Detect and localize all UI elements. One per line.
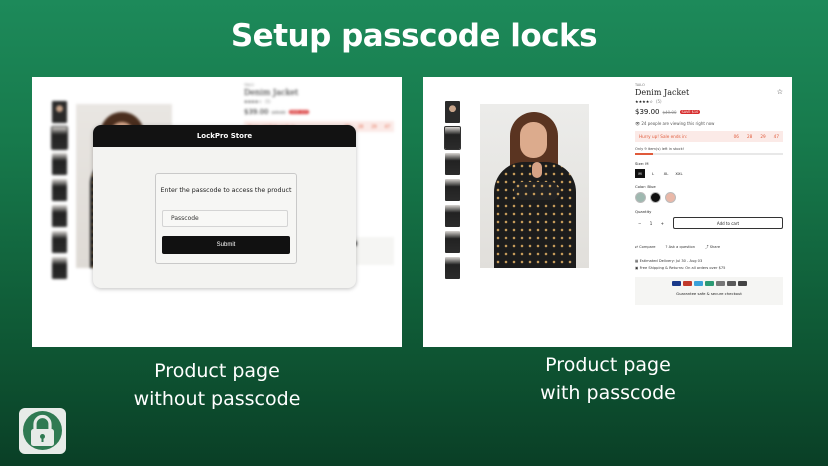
thumbnail[interactable] bbox=[445, 205, 460, 227]
caption-right: Product page with passcode bbox=[540, 354, 676, 404]
screenshot-without-passcode: TAILO Denim Jacket ★★★★☆ (5) $39.00 $49.0… bbox=[32, 77, 402, 347]
thumbnail[interactable] bbox=[445, 153, 460, 175]
product-info: TAILO Denim Jacket ☆ ★★★★☆ (5) $39.00 $49… bbox=[635, 83, 783, 305]
thumbnail[interactable] bbox=[52, 205, 67, 227]
save-badge: SAVE $10 bbox=[679, 110, 701, 114]
thumbnail[interactable] bbox=[52, 153, 67, 175]
submit-button[interactable]: Submit bbox=[162, 236, 290, 254]
size-option[interactable]: XXL bbox=[674, 169, 684, 178]
guarantee-box: Guarantee safe & secure checkout bbox=[635, 277, 783, 305]
product-brand: TAILO bbox=[244, 83, 254, 87]
countdown-banner: Hurry up! Sale ends in: 06 28 29 47 bbox=[635, 131, 783, 142]
stock-bar bbox=[635, 153, 783, 155]
color-swatch[interactable] bbox=[665, 192, 676, 203]
thumbnail[interactable] bbox=[445, 257, 460, 279]
thumbnail-strip bbox=[444, 101, 461, 283]
product-actions: ⇄ Compare ? Ask a question ⤴ Share bbox=[635, 245, 783, 250]
store-name: LockPro Store bbox=[93, 125, 356, 147]
passcode-message: Enter the passcode to access the product bbox=[160, 187, 292, 194]
size-options: M L XL XXL bbox=[635, 169, 783, 178]
plus-button[interactable]: + bbox=[661, 221, 664, 226]
payment-card-icon bbox=[726, 281, 736, 286]
quantity-row: − 1 + Add to cart bbox=[635, 217, 783, 229]
compare-link[interactable]: ⇄ Compare bbox=[635, 245, 655, 250]
color-label: Color: Blue bbox=[635, 184, 656, 189]
thumbnail[interactable] bbox=[52, 179, 67, 201]
color-swatches bbox=[635, 192, 783, 203]
payment-card-icon bbox=[682, 281, 692, 286]
quantity-label: Quantity bbox=[635, 209, 652, 214]
thumbnail[interactable] bbox=[51, 126, 68, 150]
thumbnail[interactable] bbox=[52, 231, 67, 253]
quantity-value: 1 bbox=[649, 220, 653, 226]
rating: ★★★★☆ (5) bbox=[635, 99, 662, 104]
price-row: $39.00 $49.00 SAVE $10 bbox=[244, 108, 394, 116]
wishlist-star-icon[interactable]: ☆ bbox=[777, 88, 783, 96]
add-to-cart-button[interactable]: Add to cart bbox=[673, 217, 783, 229]
caption-left: Product page without passcode bbox=[133, 360, 301, 410]
old-price: $49.00 bbox=[271, 109, 286, 115]
thumbnail[interactable] bbox=[445, 179, 460, 201]
product-title: Denim Jacket bbox=[635, 88, 690, 97]
thumbnail[interactable] bbox=[445, 101, 460, 123]
payment-card-icon bbox=[693, 281, 703, 286]
truck-icon: ▣ bbox=[635, 266, 639, 270]
payment-card-icon bbox=[671, 281, 681, 286]
payment-card-icon bbox=[715, 281, 725, 286]
color-swatch[interactable] bbox=[650, 192, 661, 203]
thumbnail[interactable] bbox=[444, 126, 461, 150]
share-link[interactable]: ⤴ Share bbox=[705, 245, 720, 250]
size-option[interactable]: L bbox=[648, 169, 658, 178]
payment-card-icon bbox=[737, 281, 747, 286]
payment-card-icon bbox=[704, 281, 714, 286]
viewing-count: 👁 24 people are viewing this right now bbox=[635, 121, 715, 126]
size-option[interactable]: M bbox=[635, 169, 645, 178]
eye-icon: 👁 bbox=[635, 121, 641, 126]
save-badge: SAVE $10 bbox=[288, 110, 310, 114]
shipping-info: ▦ Estimated Delivery: Jul 30 - Aug 03 ▣ … bbox=[635, 259, 726, 270]
price: $39.00 bbox=[244, 108, 269, 116]
thumbnail[interactable] bbox=[52, 257, 67, 279]
compare-icon: ⇄ bbox=[635, 245, 639, 249]
countdown-minutes: 29 bbox=[760, 134, 766, 139]
quantity-stepper[interactable]: − 1 + bbox=[635, 219, 667, 228]
guarantee-text: Guarantee safe & secure checkout bbox=[676, 291, 742, 296]
headline: Setup passcode locks bbox=[230, 18, 598, 54]
lockpro-logo bbox=[19, 408, 66, 454]
size-option[interactable]: XL bbox=[661, 169, 671, 178]
product-photo bbox=[480, 104, 589, 268]
payment-icons bbox=[635, 281, 783, 286]
passcode-form: Enter the passcode to access the product… bbox=[155, 173, 297, 264]
countdown-days: 06 bbox=[733, 134, 739, 139]
thumbnail[interactable] bbox=[445, 231, 460, 253]
countdown-hours: 28 bbox=[746, 134, 753, 139]
passcode-input[interactable]: Passcode bbox=[162, 210, 288, 227]
share-icon: ⤴ bbox=[705, 245, 709, 249]
screenshot-with-passcode: TAILO Denim Jacket ☆ ★★★★☆ (5) $39.00 $49… bbox=[423, 77, 792, 347]
passcode-modal: LockPro Store Enter the passcode to acce… bbox=[93, 125, 356, 288]
thumbnail-strip bbox=[51, 101, 68, 283]
price-row: $39.00 $49.00 SAVE $10 bbox=[635, 108, 783, 116]
stock-notice: Only 9 item(s) left in stock! bbox=[635, 147, 685, 151]
old-price: $49.00 bbox=[662, 109, 677, 115]
price: $39.00 bbox=[635, 108, 660, 116]
size-label: Size: M bbox=[635, 161, 649, 166]
rating: ★★★★☆ (5) bbox=[244, 99, 271, 104]
lock-icon bbox=[31, 414, 54, 446]
thumbnail[interactable] bbox=[52, 101, 67, 123]
product-title: Denim Jacket bbox=[244, 88, 299, 97]
question-icon: ? bbox=[665, 245, 668, 249]
minus-button[interactable]: − bbox=[638, 221, 641, 226]
ask-question-link[interactable]: ? Ask a question bbox=[665, 245, 695, 250]
countdown-seconds: 47 bbox=[773, 134, 779, 139]
color-swatch[interactable] bbox=[635, 192, 646, 203]
calendar-icon: ▦ bbox=[635, 259, 639, 263]
